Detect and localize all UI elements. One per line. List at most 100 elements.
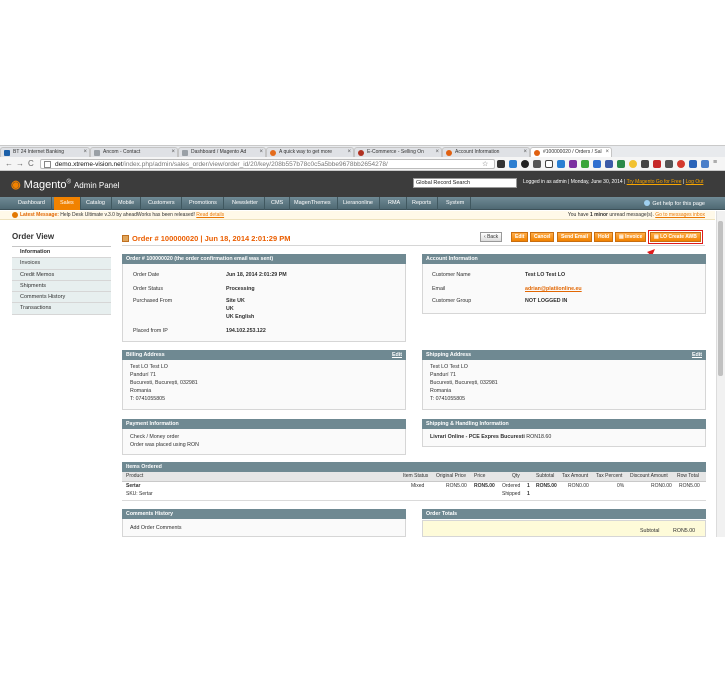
- extension-icon[interactable]: [545, 160, 553, 168]
- reload-icon[interactable]: C: [28, 159, 34, 168]
- magento-favicon-icon: [534, 150, 540, 156]
- extension-icon[interactable]: [677, 160, 685, 168]
- nav-rma[interactable]: RMA: [382, 197, 408, 210]
- magento-logo[interactable]: ◉ Magento® Admin Panel: [11, 178, 119, 191]
- sidebar-item-transactions[interactable]: Transactions: [12, 303, 111, 315]
- extension-icon[interactable]: [509, 160, 517, 168]
- nav-dashboard[interactable]: Dashboard: [12, 197, 52, 210]
- cancel-button[interactable]: Cancel: [530, 232, 555, 242]
- extension-icon[interactable]: [593, 160, 601, 168]
- extension-icon[interactable]: [605, 160, 613, 168]
- forward-arrow-icon[interactable]: →: [16, 159, 24, 168]
- message-count-suffix: unread message(s).: [609, 212, 654, 218]
- send-email-button[interactable]: Send Email: [557, 232, 592, 242]
- extension-icon[interactable]: [497, 160, 505, 168]
- nav-mobile[interactable]: Mobile: [112, 197, 142, 210]
- sidebar-item-invoices[interactable]: Invoices: [12, 258, 111, 270]
- hold-button[interactable]: Hold: [594, 232, 614, 242]
- back-button[interactable]: ‹ Back: [480, 232, 503, 242]
- extension-icon[interactable]: [665, 160, 673, 168]
- extension-icon[interactable]: [617, 160, 625, 168]
- back-arrow-icon[interactable]: ←: [5, 159, 13, 168]
- billing-line: T: 0741055805: [130, 396, 166, 402]
- sidebar-item-comments-history[interactable]: Comments History: [12, 292, 111, 304]
- read-details-link[interactable]: Read details: [196, 212, 224, 218]
- invoice-button[interactable]: ▤ Invoice: [615, 232, 647, 242]
- nav-promotions[interactable]: Promotions: [183, 197, 224, 210]
- table-row: Sertar SKU: Sertar Mixed RON5.00 RON5.00…: [122, 482, 706, 501]
- global-search-input[interactable]: Global Record Search: [413, 178, 517, 188]
- close-tab-icon[interactable]: ×: [83, 149, 87, 155]
- lo-create-awb-button[interactable]: ▤ LO Create AWB: [650, 232, 701, 242]
- nav-customers[interactable]: Customers: [142, 197, 182, 210]
- help-text: Get help for this page: [652, 201, 705, 207]
- col-qty: Qty: [512, 473, 520, 479]
- billing-line: Bucuresti, București, 032981: [130, 380, 198, 386]
- nav-newsletter[interactable]: Newsletter: [226, 197, 265, 210]
- purchased-from-label: Purchased From: [133, 298, 173, 304]
- tab-label: Account Information: [455, 149, 500, 155]
- extension-icon[interactable]: [569, 160, 577, 168]
- help-link[interactable]: Get help for this page: [644, 200, 705, 207]
- nav-cms[interactable]: CMS: [265, 197, 291, 210]
- header-date: Monday, June 30, 2014: [570, 179, 623, 185]
- try-magento-link[interactable]: Try Magento Go for Free: [627, 179, 682, 185]
- order-totals-box: Subtotal RON5.00: [422, 520, 706, 537]
- close-tab-icon[interactable]: ×: [347, 149, 351, 155]
- nav-magenthemes[interactable]: MagenThemes: [288, 197, 338, 210]
- logo-subtext: Admin Panel: [73, 181, 120, 190]
- logged-in-text: Logged in as admin: [523, 179, 567, 185]
- billing-edit-link[interactable]: Edit: [392, 350, 402, 360]
- logout-link[interactable]: Log Out: [686, 179, 704, 185]
- extension-icon[interactable]: [629, 160, 637, 168]
- items-table-header: Product Item Status Original Price Price…: [122, 472, 706, 482]
- close-tab-icon[interactable]: ×: [435, 149, 439, 155]
- order-date-label: Order Date: [133, 272, 160, 278]
- warning-icon: [12, 212, 18, 218]
- col-row-total: Row Total: [677, 473, 699, 479]
- address-bar[interactable]: demo.xtreme-vision.net/index.php/admin/s…: [40, 159, 495, 169]
- lo-create-awb-label: LO Create AWB: [660, 234, 697, 240]
- close-tab-icon[interactable]: ×: [523, 149, 527, 155]
- separator: |: [682, 179, 685, 185]
- nav-reports[interactable]: Reports: [406, 197, 439, 210]
- extension-icon[interactable]: [533, 160, 541, 168]
- extension-icon[interactable]: [641, 160, 649, 168]
- scrollbar-thumb[interactable]: [718, 221, 723, 376]
- browser-menu-icon[interactable]: ≡: [713, 159, 717, 166]
- shipping-line: T: 0741055805: [430, 396, 466, 402]
- message-text: Help Desk Ultimate v.3.0 by aheadWorks h…: [60, 212, 195, 218]
- nav-sales[interactable]: Sales: [54, 197, 81, 210]
- email-link[interactable]: adrian@platiionline.eu: [525, 286, 582, 292]
- billing-line: Test LO Test LO: [130, 364, 168, 370]
- sidebar-item-information[interactable]: Information: [12, 247, 111, 259]
- col-product: Product: [126, 473, 144, 479]
- comments-history-header: Comments History: [122, 509, 406, 519]
- extension-icon[interactable]: [701, 160, 709, 168]
- extension-icon[interactable]: [581, 160, 589, 168]
- page-title: Order # 100000020 | Jun 18, 2014 2:01:29…: [122, 234, 290, 243]
- email-label: Email: [432, 286, 446, 292]
- page-title-text: Order # 100000020 | Jun 18, 2014 2:01:29…: [132, 234, 291, 243]
- extension-icon[interactable]: [521, 160, 529, 168]
- close-tab-icon[interactable]: ×: [171, 149, 175, 155]
- extension-icon[interactable]: [653, 160, 661, 168]
- messages-inbox-link[interactable]: Go to messages inbox: [655, 212, 705, 218]
- sidebar-item-shipments[interactable]: Shipments: [12, 280, 111, 293]
- nav-lieranonline[interactable]: Lieranonline: [337, 197, 380, 210]
- purchased-from-view: UK English: [226, 314, 255, 320]
- col-tax-amount: Tax Amount: [562, 473, 589, 479]
- extension-icon[interactable]: [689, 160, 697, 168]
- nav-system[interactable]: System: [440, 197, 472, 210]
- shipping-edit-link[interactable]: Edit: [692, 350, 702, 360]
- edit-button[interactable]: Edit: [511, 232, 529, 242]
- extension-icon[interactable]: [557, 160, 565, 168]
- order-icon: [122, 235, 129, 242]
- order-status-value: Processing: [226, 286, 255, 292]
- close-tab-icon[interactable]: ×: [259, 149, 263, 155]
- order-totals-header: Order Totals: [422, 509, 706, 519]
- nav-catalog[interactable]: Catalog: [80, 197, 112, 210]
- close-tab-icon[interactable]: ×: [605, 149, 609, 155]
- sidebar-item-credit-memos[interactable]: Credit Memos: [12, 269, 111, 281]
- bookmark-star-icon[interactable]: ☆: [482, 160, 488, 168]
